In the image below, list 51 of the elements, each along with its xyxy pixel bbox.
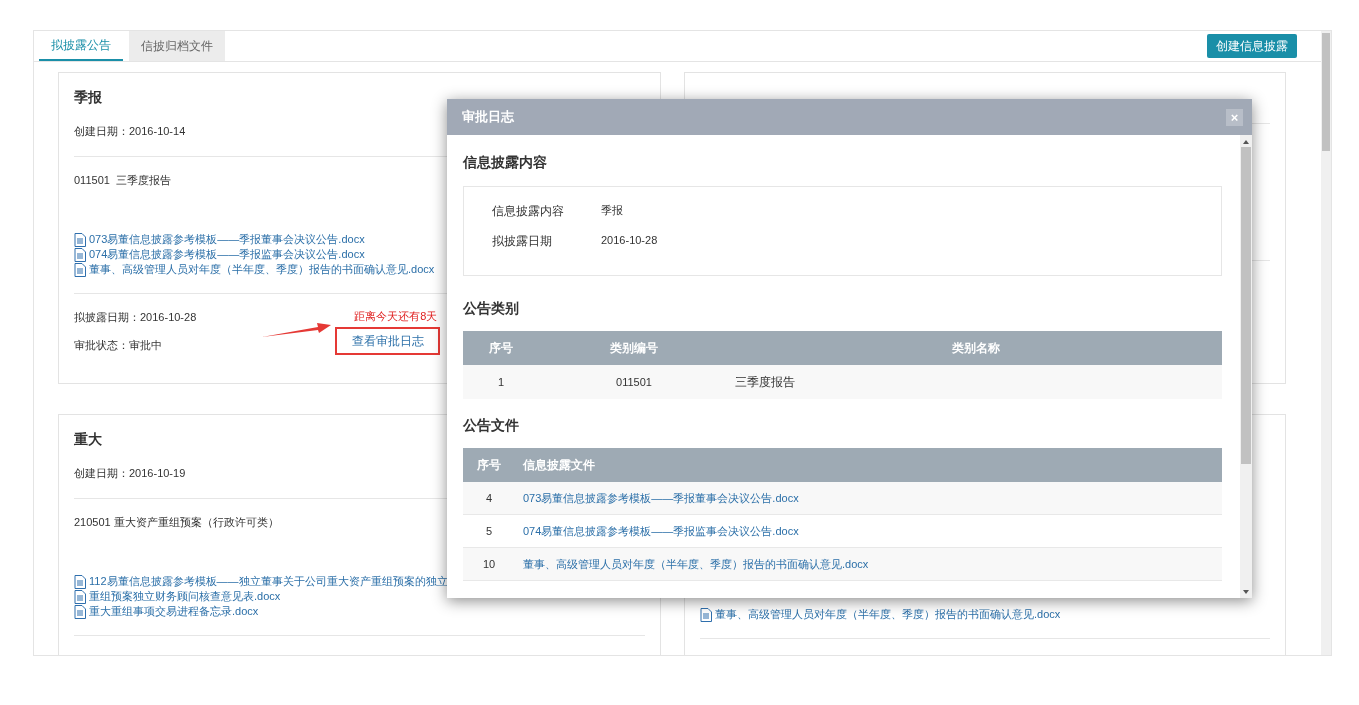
table-cell-text: 三季度报告 [734, 374, 796, 391]
table-cell-text: 5 [484, 523, 494, 539]
countdown-text: 距离今天还有8天 [354, 309, 438, 324]
scroll-down-icon[interactable] [1242, 588, 1250, 596]
field-label: 拟披露日期 [492, 233, 553, 250]
file-link[interactable]: 重大重组事项交易进程备忘录.docx [89, 603, 259, 620]
table-cell-text: 011501 [615, 374, 653, 390]
document-icon [74, 262, 86, 277]
card-title: 重大 [74, 430, 103, 449]
document-icon [74, 604, 86, 619]
file-link[interactable]: 重组预案独立财务顾问核查意见表.docx [89, 588, 281, 605]
dialog-title: 审批日志 [462, 108, 514, 127]
scrollbar[interactable] [1240, 135, 1252, 598]
document-icon [74, 574, 86, 589]
file-link[interactable]: 074易董信息披露参考模板——季报监事会决议公告.docx [515, 522, 1222, 540]
section-heading: 公告类别 [463, 299, 520, 318]
document-icon [74, 589, 86, 604]
file-link[interactable]: 074易董信息披露参考模板——季报监事会决议公告.docx [89, 246, 365, 263]
column-header: 信息披露文件 [521, 457, 596, 474]
file-link[interactable]: 董事、高级管理人员对年度（半年度、季度）报告的书面确认意见.docx [89, 261, 435, 278]
table-cell-text: 1 [496, 374, 506, 390]
column-header: 类别名称 [950, 340, 1001, 357]
column-header: 类别编号 [609, 340, 659, 357]
field-label: 信息披露内容 [492, 203, 565, 220]
planned-date: 拟披露日期：2016-10-28 [74, 310, 197, 325]
field-value: 季报 [601, 203, 623, 218]
scrollbar[interactable] [1321, 31, 1331, 655]
tab[interactable]: 信披归档文件 [129, 31, 225, 61]
document-icon [700, 607, 712, 622]
column-header: 序号 [476, 457, 502, 474]
file-link[interactable]: 董事、高级管理人员对年度（半年度、季度）报告的书面确认意见.docx [515, 555, 1222, 573]
document-icon [74, 247, 86, 262]
field-value: 2016-10-28 [601, 233, 658, 248]
view-log-button[interactable]: 查看审批日志 [335, 326, 441, 355]
table-cell-text: 10 [481, 556, 497, 572]
approval-status: 审批状态：审批中 [74, 337, 163, 353]
category-text: 011501 三季度报告 [74, 172, 172, 188]
column-header: 序号 [488, 340, 514, 357]
section-heading: 信息披露内容 [463, 153, 548, 172]
document-icon [74, 232, 86, 247]
file-link[interactable]: 董事、高级管理人员对年度（半年度、季度）报告的书面确认意见.docx [715, 606, 1061, 623]
arrow-icon [262, 321, 333, 339]
card-title: 季报 [74, 88, 103, 107]
table-cell-text: 4 [484, 490, 494, 506]
category-text: 210501 重大资产重组预案（行政许可类） [74, 514, 280, 530]
file-link[interactable]: 112易董信息披露参考模板——独立董事关于公司重大资产重组预案的独立 [89, 573, 448, 590]
section-heading: 公告文件 [463, 416, 520, 435]
create-disclosure-button[interactable]: 创建信息披露 [1207, 34, 1297, 58]
file-link[interactable]: 073易董信息披露参考模板——季报董事会决议公告.docx [515, 489, 1222, 507]
file-link[interactable]: 073易董信息披露参考模板——季报董事会决议公告.docx [89, 231, 365, 248]
created-date: 创建日期：2016-10-14 [74, 124, 187, 139]
